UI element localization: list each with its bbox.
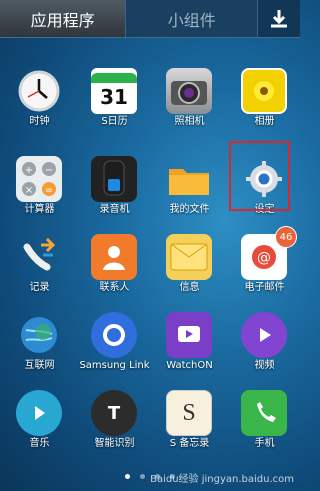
app-label: 相册 xyxy=(254,116,275,127)
app-memo[interactable]: S S 备忘录 xyxy=(152,380,227,458)
app-label: 智能识别 xyxy=(94,438,135,449)
phone-icon xyxy=(241,390,287,436)
app-watchon[interactable]: WatchON xyxy=(152,302,227,380)
app-camera[interactable]: 照相机 xyxy=(152,58,227,136)
email-badge: 46 xyxy=(275,226,297,248)
svg-text:=: = xyxy=(45,185,53,196)
camera-icon xyxy=(166,68,212,114)
app-messages[interactable]: 信息 xyxy=(152,224,227,302)
call-log-icon xyxy=(16,234,62,280)
app-email[interactable]: @ 46 电子邮件 xyxy=(227,224,302,302)
app-label: S日历 xyxy=(101,116,128,127)
app-label: 联系人 xyxy=(99,282,130,293)
app-label: 电子邮件 xyxy=(244,282,285,293)
app-label: 我的文件 xyxy=(169,204,210,215)
download-icon xyxy=(271,9,288,27)
app-label: WatchON xyxy=(166,360,213,371)
app-label: 时钟 xyxy=(29,116,50,127)
contacts-icon xyxy=(91,234,137,280)
app-clock[interactable]: 时钟 xyxy=(2,58,77,136)
app-samsung-link[interactable]: Samsung Link xyxy=(77,302,152,380)
gallery-icon xyxy=(241,68,287,114)
app-music[interactable]: 音乐 xyxy=(2,380,77,458)
tab-widgets-label: 小组件 xyxy=(167,10,216,30)
app-label: 音乐 xyxy=(29,438,50,449)
app-label: 录音机 xyxy=(99,204,130,215)
memo-icon: S xyxy=(166,390,212,436)
calendar-date: 31 xyxy=(100,85,128,109)
internet-icon xyxy=(16,312,62,358)
svg-text:−: − xyxy=(45,165,53,176)
clock-icon xyxy=(16,68,62,114)
app-contacts[interactable]: 联系人 xyxy=(77,224,152,302)
watermark: Baidu经验 jingyan.baidu.com xyxy=(150,474,294,485)
tab-widgets[interactable]: 小组件 xyxy=(125,0,258,37)
app-internet[interactable]: 互联网 xyxy=(2,302,77,380)
app-label: 信息 xyxy=(179,282,200,293)
app-recorder[interactable]: 录音机 xyxy=(77,146,152,224)
page-dot-1[interactable] xyxy=(125,474,130,479)
calculator-icon: + − × = xyxy=(16,156,62,202)
svg-text:×: × xyxy=(25,185,33,196)
samsung-link-icon xyxy=(91,312,137,358)
download-button[interactable] xyxy=(257,0,300,37)
smart-recognition-icon: T xyxy=(91,390,137,436)
app-label: 互联网 xyxy=(24,360,55,371)
app-calculator[interactable]: + − × = 计算器 xyxy=(2,146,77,224)
tab-apps[interactable]: 应用程序 xyxy=(0,0,126,37)
calendar-icon: 31 xyxy=(91,68,137,114)
app-label: 记录 xyxy=(29,282,50,293)
app-call-log[interactable]: 记录 xyxy=(2,224,77,302)
music-icon xyxy=(16,390,62,436)
app-video[interactable]: 视频 xyxy=(227,302,302,380)
memo-glyph: S xyxy=(182,399,196,426)
app-label: 视频 xyxy=(254,360,275,371)
messages-icon xyxy=(166,234,212,280)
app-label: Samsung Link xyxy=(79,360,150,371)
app-phone[interactable]: 手机 xyxy=(227,380,302,458)
recorder-icon xyxy=(91,156,137,202)
app-my-files[interactable]: 我的文件 xyxy=(152,146,227,224)
app-label: 手机 xyxy=(254,438,275,449)
svg-text:+: + xyxy=(25,165,33,176)
app-calendar[interactable]: 31 S日历 xyxy=(77,58,152,136)
settings-highlight-box xyxy=(229,141,290,211)
app-label: S 备忘录 xyxy=(169,438,210,449)
smart-recognition-glyph: T xyxy=(107,402,121,424)
app-smart-recognition[interactable]: T 智能识别 xyxy=(77,380,152,458)
folder-icon xyxy=(166,156,212,202)
video-icon xyxy=(241,312,287,358)
tab-apps-label: 应用程序 xyxy=(30,10,95,30)
app-gallery[interactable]: 相册 xyxy=(227,58,302,136)
svg-text:@: @ xyxy=(257,250,271,266)
app-label: 照相机 xyxy=(174,116,205,127)
app-drawer-tabs: 应用程序 小组件 xyxy=(0,0,300,38)
page-dot-2[interactable] xyxy=(140,474,145,479)
app-label: 计算器 xyxy=(24,204,55,215)
watchon-icon xyxy=(166,312,212,358)
